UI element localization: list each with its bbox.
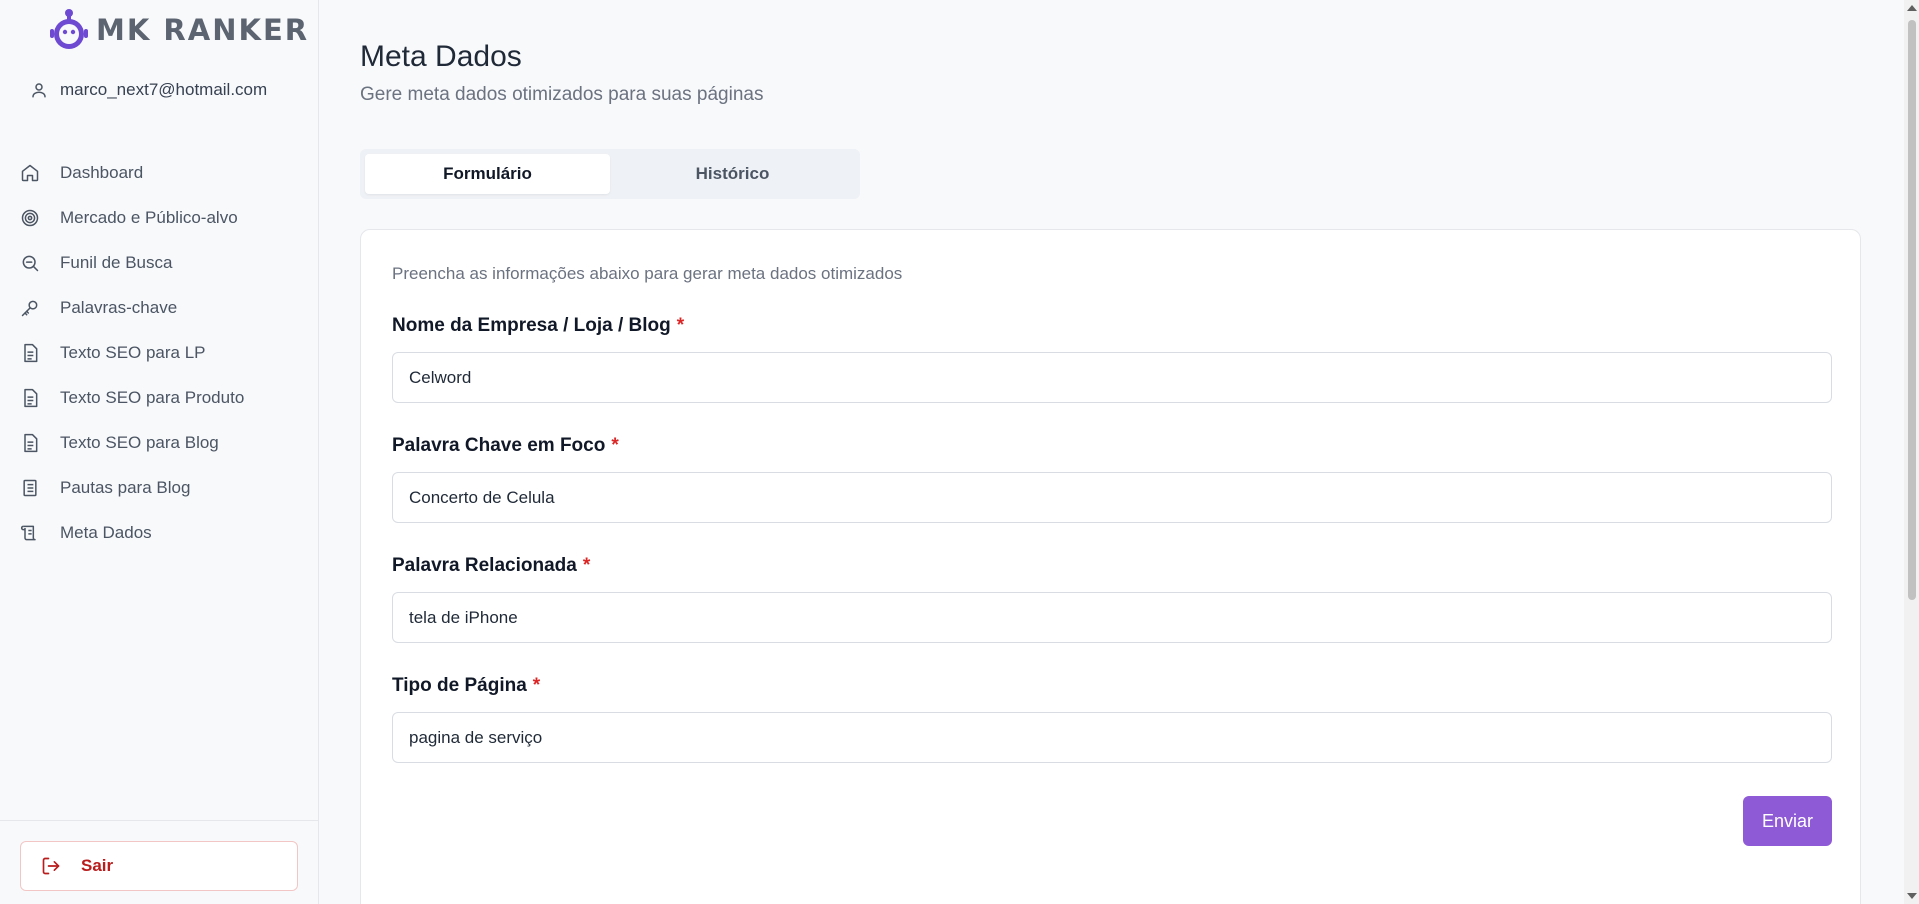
logout-button[interactable]: Sair <box>20 841 298 891</box>
page-subtitle: Gere meta dados otimizados para suas pág… <box>360 84 764 105</box>
target-icon <box>21 209 39 226</box>
scroll-thumb[interactable] <box>1908 20 1916 600</box>
field-label-text: Nome da Empresa / Loja / Blog <box>392 315 671 336</box>
required-marker: * <box>676 315 685 336</box>
field-label-text: Palavra Chave em Foco <box>392 435 606 456</box>
sidebar-item-label: Mercado e Público-alvo <box>60 207 238 227</box>
sidebar-nav: Dashboard Mercado e Público-alvo Funil d… <box>20 150 300 555</box>
field-label-text: Tipo de Página <box>392 675 527 696</box>
document-icon <box>24 343 38 362</box>
nome-empresa-input[interactable] <box>392 352 1832 403</box>
sidebar-item-funil[interactable]: Funil de Busca <box>20 240 300 285</box>
palavra-chave-input[interactable] <box>392 472 1832 523</box>
page-scrollbar[interactable] <box>1904 0 1919 904</box>
user-icon <box>32 83 46 98</box>
sidebar-item-pautas[interactable]: Pautas para Blog <box>20 465 300 510</box>
sidebar-item-texto-lp[interactable]: Texto SEO para LP <box>20 330 300 375</box>
tab-formulario[interactable]: Formulário <box>365 154 610 194</box>
search-icon <box>22 255 39 271</box>
sidebar-item-mercado[interactable]: Mercado e Público-alvo <box>20 195 300 240</box>
sidebar-item-texto-blog[interactable]: Texto SEO para Blog <box>20 420 300 465</box>
scroll-down-arrow-icon[interactable] <box>1907 893 1917 899</box>
field-nome-empresa: Nome da Empresa / Loja / Blog * <box>392 312 1832 403</box>
sidebar-item-palavras[interactable]: Palavras-chave <box>20 285 300 330</box>
sidebar-item-label: Dashboard <box>60 162 144 182</box>
brand-logo[interactable]: MK RANKER <box>46 6 309 54</box>
logout-label: Sair <box>81 856 114 875</box>
sidebar: MK RANKER marco_next7@hotmail.com Dashbo… <box>0 0 319 904</box>
tab-bar: Formulário Histórico <box>360 149 860 199</box>
user-info: marco_next7@hotmail.com <box>30 80 267 100</box>
document-icon <box>24 388 38 407</box>
required-marker: * <box>532 675 541 696</box>
field-label: Nome da Empresa / Loja / Blog * <box>392 312 1832 340</box>
field-label: Palavra Relacionada * <box>392 552 1832 580</box>
scroll-icon <box>20 525 36 540</box>
notebook-icon <box>23 479 37 496</box>
required-marker: * <box>582 555 591 576</box>
sidebar-item-label: Meta Dados <box>60 522 152 542</box>
sidebar-item-label: Pautas para Blog <box>60 477 191 497</box>
submit-button[interactable]: Enviar <box>1743 796 1832 846</box>
field-label: Tipo de Página * <box>392 672 1832 700</box>
sidebar-item-dashboard[interactable]: Dashboard <box>20 150 300 195</box>
sidebar-item-label: Palavras-chave <box>60 297 178 317</box>
sidebar-item-texto-produto[interactable]: Texto SEO para Produto <box>20 375 300 420</box>
scroll-up-arrow-icon[interactable] <box>1907 5 1917 11</box>
tipo-pagina-input[interactable] <box>392 712 1832 763</box>
palavra-relacionada-input[interactable] <box>392 592 1832 643</box>
brand-name: MK RANKER <box>96 13 310 47</box>
sidebar-item-label: Texto SEO para LP <box>60 342 206 362</box>
page-title: Meta Dados <box>360 40 522 73</box>
field-label-text: Palavra Relacionada <box>392 555 577 576</box>
field-palavra-chave: Palavra Chave em Foco * <box>392 432 1832 523</box>
document-icon <box>24 433 38 452</box>
sidebar-item-label: Funil de Busca <box>60 252 173 272</box>
sidebar-item-label: Texto SEO para Blog <box>60 432 219 452</box>
tab-historico[interactable]: Histórico <box>610 154 855 194</box>
robot-logo-icon <box>50 9 88 49</box>
required-marker: * <box>611 435 619 456</box>
field-palavra-relacionada: Palavra Relacionada * <box>392 552 1832 643</box>
field-label: Palavra Chave em Foco * <box>392 432 1832 460</box>
home-icon <box>21 164 39 181</box>
field-tipo-pagina: Tipo de Página * <box>392 672 1832 763</box>
logout-icon <box>42 857 60 875</box>
key-icon <box>21 300 38 316</box>
sidebar-footer: Sair <box>0 820 319 904</box>
form-card: Preencha as informações abaixo para gera… <box>360 229 1861 904</box>
sidebar-item-meta-dados[interactable]: Meta Dados <box>20 510 300 555</box>
user-email: marco_next7@hotmail.com <box>60 80 268 99</box>
form-description: Preencha as informações abaixo para gera… <box>392 264 903 283</box>
sidebar-item-label: Texto SEO para Produto <box>60 387 245 407</box>
